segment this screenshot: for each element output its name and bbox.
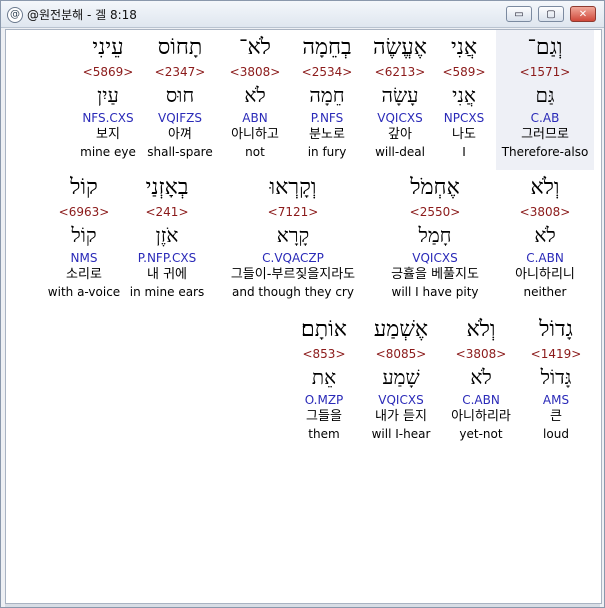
strong-number[interactable]: <6963> (36, 204, 132, 220)
korean-gloss: 그들을 (306, 409, 342, 424)
english-gloss: neither (523, 285, 567, 299)
app-icon: @ (7, 7, 23, 23)
morph-code: NFS.CXS (82, 111, 134, 125)
window-bottom-border (5, 604, 600, 607)
lemma-word: קָרָא (276, 223, 310, 247)
morph-code: C.ABN (526, 251, 564, 265)
lemma-word: קוֹל (71, 223, 97, 247)
lemma-word: אֵת (311, 365, 337, 389)
strong-number[interactable]: <3808> (497, 204, 593, 220)
morph-code: O.MZP (304, 393, 344, 407)
korean-gloss: 그들이-부르짖을지라도 (230, 267, 356, 282)
korean-gloss: 내 귀에 (146, 267, 187, 282)
word-column[interactable]: אוֹתָם׃ <853> אֵת O.MZP 그들을 them (276, 314, 372, 442)
korean-gloss: 아니하리니 (515, 267, 575, 282)
korean-gloss: 소리로 (66, 267, 102, 282)
word-column[interactable]: אֶחְמֹל <2550> חָמַל VQICXS 긍휼을 베풀지도 wil… (360, 172, 510, 300)
hebrew-word: אוֹתָם׃ (301, 317, 347, 342)
strong-number[interactable]: <853> (276, 346, 372, 362)
lemma-word: עַיִן (97, 83, 119, 107)
hebrew-word: בְאָזְנַי (145, 175, 189, 200)
lemma-word: לֹא (534, 223, 556, 247)
title-bar[interactable]: @ @원전분해 - 겔 8:18 ▭ ▢ ✕ (1, 1, 604, 28)
english-gloss: and though they cry (232, 285, 354, 299)
hebrew-word: וְלֹא (530, 175, 560, 200)
english-gloss: mine eye (80, 145, 136, 159)
hebrew-word: קוֹל (70, 175, 98, 200)
word-column[interactable]: וְלֹא <3808> לֹא C.ABN 아니하리니 neither (497, 172, 593, 300)
morph-code: C.VQACZP (262, 251, 324, 265)
morph-code: NMS (70, 251, 98, 265)
strong-number[interactable]: <2550> (360, 204, 510, 220)
strong-number[interactable]: <241> (119, 204, 215, 220)
english-gloss: with a-voice (47, 285, 121, 299)
hebrew-word: אֶחְמֹל (410, 175, 460, 200)
korean-gloss: 보지 (96, 127, 120, 142)
close-button[interactable]: ✕ (570, 6, 596, 22)
english-gloss: will I have pity (391, 285, 479, 299)
maximize-button[interactable]: ▢ (538, 6, 564, 22)
word-column[interactable]: עֵינִי <5869> עַיִן NFS.CXS 보지 mine eye (60, 32, 156, 160)
english-gloss: in mine ears (129, 285, 205, 299)
app-window: @ @원전분해 - 겔 8:18 ▭ ▢ ✕ וְגַם־ <1571> גַּ… (0, 0, 605, 608)
interlinear-panel: וְגַם־ <1571> גַּם C.AB 그러므로 Therefore-a… (5, 29, 602, 604)
morph-code: P.NFP.CXS (137, 251, 197, 265)
strong-number[interactable]: <5869> (60, 64, 156, 80)
word-column[interactable]: קוֹל <6963> קוֹל NMS 소리로 with a-voice (36, 172, 132, 300)
minimize-button[interactable]: ▭ (506, 6, 532, 22)
lemma-word: חָמַל (418, 223, 452, 247)
word-column[interactable]: בְאָזְנַי <241> אֹזֶן P.NFP.CXS 내 귀에 in … (119, 172, 215, 300)
word-column[interactable]: וְקָרְאוּ <7121> קָרָא C.VQACZP 그들이-부르짖을… (208, 172, 378, 300)
strong-number[interactable]: <7121> (208, 204, 378, 220)
window-title: @원전분해 - 겔 8:18 (27, 8, 137, 22)
korean-gloss: 긍휼을 베풀지도 (391, 267, 479, 282)
english-gloss: them (308, 427, 340, 441)
lemma-word: אֹזֶן (155, 223, 179, 247)
hebrew-word: וְקָרְאוּ (269, 175, 317, 200)
hebrew-word: עֵינִי (92, 35, 124, 60)
morph-code: VQICXS (412, 251, 458, 265)
